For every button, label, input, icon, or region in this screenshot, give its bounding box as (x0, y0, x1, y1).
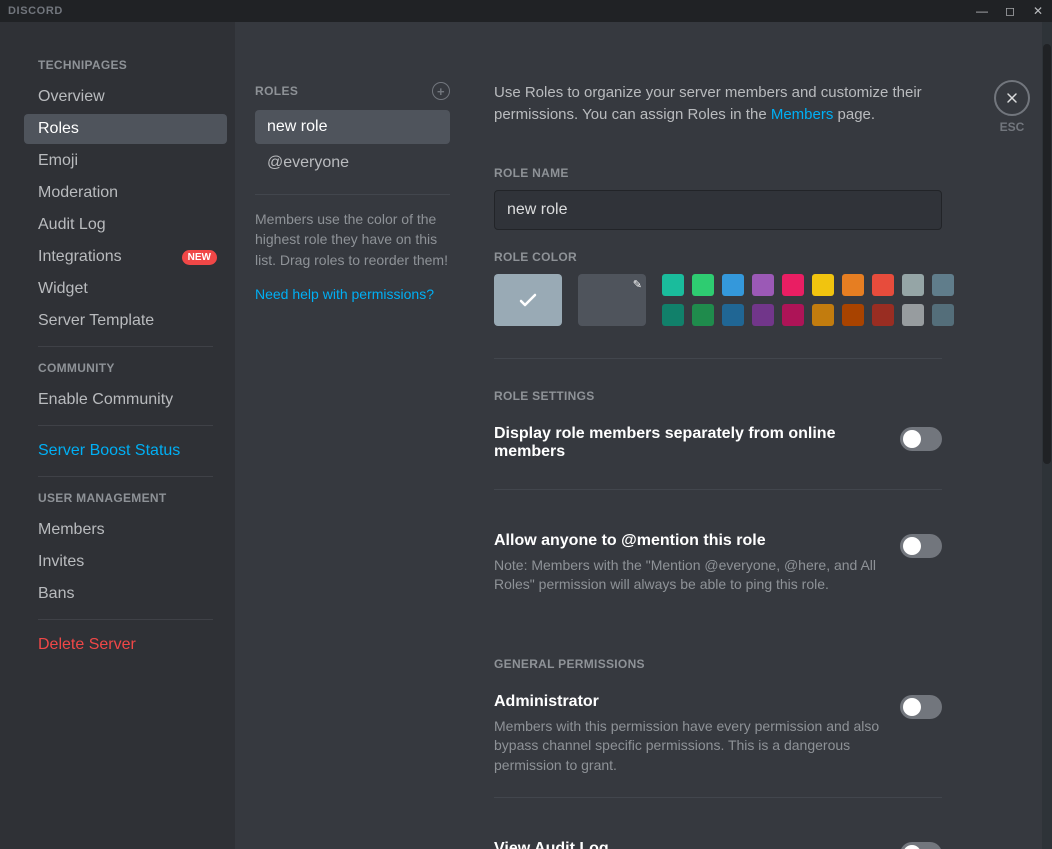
roles-intro-text: Use Roles to organize your server member… (494, 82, 954, 126)
divider (494, 797, 942, 798)
color-swatch[interactable] (902, 304, 924, 326)
setting-title: View Audit Log (494, 840, 880, 849)
window-controls: — ◻ ✕ (968, 0, 1052, 22)
divider (494, 358, 942, 359)
sidebar-item-audit-log[interactable]: Audit Log (24, 210, 227, 240)
perm-administrator: Administrator Members with this permissi… (494, 681, 942, 788)
sidebar-item-widget[interactable]: Widget (24, 274, 227, 304)
color-swatch[interactable] (752, 304, 774, 326)
settings-sidebar: TECHNIPAGES Overview Roles Emoji Moderat… (0, 22, 235, 849)
color-swatch-grid (662, 274, 954, 326)
role-list-item[interactable]: @everyone (255, 146, 450, 180)
color-swatch[interactable] (692, 274, 714, 296)
role-list-panel: ROLES + new role @everyone Members use t… (235, 22, 470, 849)
color-swatch[interactable] (692, 304, 714, 326)
sidebar-section-community: COMMUNITY (38, 361, 227, 375)
sidebar-item-integrations[interactable]: Integrations NEW (24, 242, 227, 272)
color-swatch[interactable] (932, 304, 954, 326)
permissions-help-link[interactable]: Need help with permissions? (255, 286, 450, 302)
sidebar-item-delete-server[interactable]: Delete Server (24, 630, 227, 660)
close-window-button[interactable]: ✕ (1024, 0, 1052, 22)
close-settings-group: ESC (994, 80, 1030, 134)
toggle-display-separately[interactable] (900, 427, 942, 451)
close-icon (1004, 90, 1020, 106)
setting-note: Members with this permission have every … (494, 717, 880, 776)
roles-heading: ROLES (255, 84, 298, 98)
setting-title: Allow anyone to @mention this role (494, 532, 880, 550)
divider (38, 346, 213, 347)
close-settings-button[interactable] (994, 80, 1030, 116)
toggle-allow-mention[interactable] (900, 534, 942, 558)
setting-display-separately: Display role members separately from onl… (494, 413, 942, 479)
divider (38, 619, 213, 620)
role-settings-pane: Use Roles to organize your server member… (470, 22, 1052, 849)
color-swatch[interactable] (842, 304, 864, 326)
color-swatch[interactable] (722, 304, 744, 326)
color-swatch[interactable] (782, 274, 804, 296)
divider (38, 476, 213, 477)
sidebar-item-overview[interactable]: Overview (24, 82, 227, 112)
color-swatch[interactable] (872, 274, 894, 296)
general-permissions-header: GENERAL PERMISSIONS (494, 657, 992, 671)
role-settings-header: ROLE SETTINGS (494, 389, 992, 403)
role-name-input[interactable] (494, 190, 942, 230)
perm-view-audit-log: View Audit Log Members with this permiss… (494, 828, 942, 849)
role-color-label: ROLE COLOR (494, 250, 992, 264)
sidebar-item-members[interactable]: Members (24, 515, 227, 545)
color-swatch[interactable] (932, 274, 954, 296)
toggle-view-audit-log[interactable] (900, 842, 942, 849)
sidebar-section-server: TECHNIPAGES (38, 58, 227, 72)
role-reorder-hint: Members use the color of the highest rol… (255, 209, 450, 270)
setting-title: Administrator (494, 693, 880, 711)
color-swatch[interactable] (722, 274, 744, 296)
setting-title: Display role members separately from onl… (494, 425, 880, 461)
scrollbar-thumb[interactable] (1043, 44, 1051, 464)
scrollbar-track[interactable] (1042, 22, 1052, 849)
brand-wordmark: DISCORD (8, 5, 63, 17)
custom-color-swatch[interactable]: ✎ (578, 274, 646, 326)
toggle-administrator[interactable] (900, 695, 942, 719)
divider (38, 425, 213, 426)
sidebar-item-moderation[interactable]: Moderation (24, 178, 227, 208)
setting-note: Note: Members with the "Mention @everyon… (494, 556, 880, 595)
color-swatch[interactable] (662, 304, 684, 326)
sidebar-item-invites[interactable]: Invites (24, 547, 227, 577)
check-icon (516, 288, 540, 312)
color-swatch[interactable] (872, 304, 894, 326)
role-name-label: ROLE NAME (494, 166, 992, 180)
sidebar-item-enable-community[interactable]: Enable Community (24, 385, 227, 415)
color-swatch[interactable] (752, 274, 774, 296)
setting-allow-mention: Allow anyone to @mention this role Note:… (494, 520, 942, 607)
color-swatch[interactable] (902, 274, 924, 296)
pencil-icon: ✎ (633, 278, 642, 291)
color-swatch[interactable] (662, 274, 684, 296)
maximize-button[interactable]: ◻ (996, 0, 1024, 22)
color-swatch[interactable] (782, 304, 804, 326)
sidebar-item-server-template[interactable]: Server Template (24, 306, 227, 336)
divider (494, 489, 942, 490)
add-role-button[interactable]: + (432, 82, 450, 100)
sidebar-item-roles[interactable]: Roles (24, 114, 227, 144)
esc-label: ESC (994, 120, 1030, 134)
titlebar: DISCORD — ◻ ✕ (0, 0, 1052, 22)
sidebar-section-user-management: USER MANAGEMENT (38, 491, 227, 505)
color-swatch[interactable] (842, 274, 864, 296)
new-badge: NEW (182, 250, 217, 265)
role-list-item[interactable]: new role (255, 110, 450, 144)
members-link[interactable]: Members (771, 106, 834, 123)
color-swatch[interactable] (812, 304, 834, 326)
sidebar-item-server-boost[interactable]: Server Boost Status (24, 436, 227, 466)
divider (255, 194, 450, 195)
sidebar-item-emoji[interactable]: Emoji (24, 146, 227, 176)
color-swatch[interactable] (812, 274, 834, 296)
minimize-button[interactable]: — (968, 0, 996, 22)
default-color-swatch[interactable] (494, 274, 562, 326)
sidebar-item-bans[interactable]: Bans (24, 579, 227, 609)
